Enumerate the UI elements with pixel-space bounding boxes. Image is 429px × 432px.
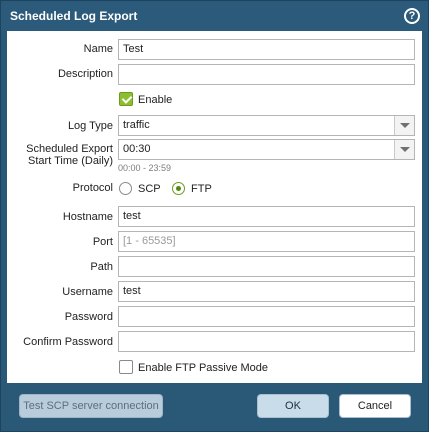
path-label: Path — [90, 261, 113, 273]
start-time-label-line2: Start Time (Daily) — [28, 155, 113, 167]
username-input[interactable]: test — [118, 281, 415, 302]
name-label: Name — [83, 43, 113, 55]
cancel-button[interactable]: Cancel — [339, 394, 411, 418]
hostname-label: Hostname — [62, 211, 113, 223]
start-time-label-line1: Scheduled Export — [26, 143, 113, 155]
chevron-down-icon[interactable] — [394, 116, 414, 135]
password-input[interactable] — [118, 306, 415, 327]
protocol-scp-radio[interactable] — [119, 182, 132, 195]
log-type-label: Log Type — [67, 120, 113, 132]
scheduled-log-export-dialog: Scheduled Log Export ? Name Test Descrip… — [0, 0, 429, 432]
start-time-hint: 00:00 - 23:59 — [118, 163, 172, 173]
confirm-password-label: Confirm Password — [23, 336, 113, 348]
chevron-down-icon[interactable] — [394, 140, 414, 159]
enable-checkbox[interactable] — [119, 92, 133, 106]
description-input[interactable] — [118, 64, 415, 85]
start-time-value: 00:30 — [123, 143, 151, 155]
protocol-scp-label: SCP — [138, 183, 161, 195]
dialog-title: Scheduled Log Export — [10, 9, 138, 23]
ftp-passive-mode-checkbox[interactable] — [119, 360, 133, 374]
port-label: Port — [92, 236, 113, 248]
log-type-value: traffic — [123, 119, 150, 131]
hostname-input[interactable]: test — [118, 206, 415, 227]
port-input[interactable]: [1 - 65535] — [118, 231, 415, 252]
start-time-combo[interactable]: 00:30 — [118, 139, 415, 160]
help-icon[interactable]: ? — [404, 8, 420, 24]
name-input[interactable]: Test — [118, 39, 415, 60]
confirm-password-input[interactable] — [118, 331, 415, 352]
enable-label: Enable — [138, 94, 173, 106]
log-type-select[interactable]: traffic — [118, 115, 415, 136]
protocol-ftp-label: FTP — [191, 183, 212, 195]
protocol-ftp-radio[interactable] — [172, 182, 185, 195]
dialog-footer: Test SCP server connection OK Cancel — [1, 383, 428, 431]
password-label: Password — [64, 311, 113, 323]
description-label: Description — [57, 68, 113, 80]
username-label: Username — [62, 286, 113, 298]
ok-button[interactable]: OK — [257, 394, 329, 418]
path-input[interactable] — [118, 256, 415, 277]
form-panel: Name Test Description Enable Log Type tr… — [7, 31, 422, 383]
title-bar: Scheduled Log Export ? — [1, 1, 428, 31]
ftp-passive-mode-label: Enable FTP Passive Mode — [138, 362, 269, 374]
test-connection-button[interactable]: Test SCP server connection — [19, 394, 163, 418]
protocol-label: Protocol — [72, 182, 113, 194]
